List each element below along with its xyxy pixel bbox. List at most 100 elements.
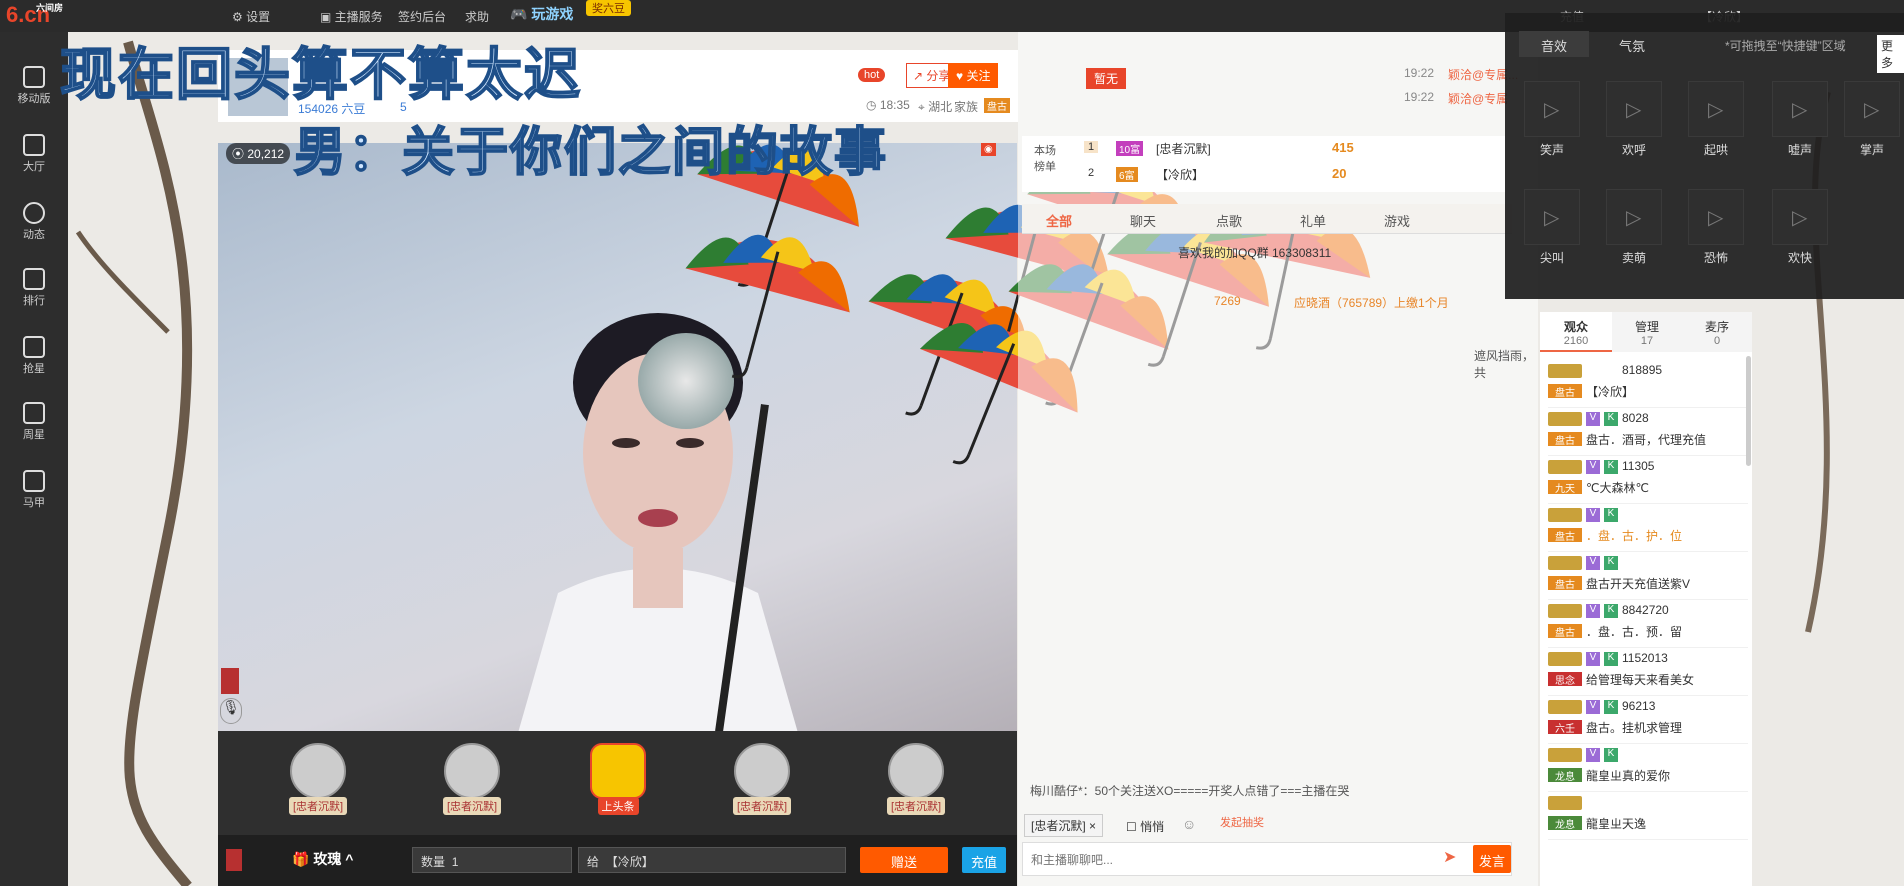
podium-slot-1[interactable]: [忠者沉默] [270, 743, 366, 823]
family-badge: 龙息 [1548, 816, 1582, 831]
nav-grab-star[interactable]: 抢星 [0, 330, 68, 390]
family-badge[interactable]: 盘古 [984, 98, 1010, 113]
send-chat-button[interactable]: 发言 [1473, 845, 1511, 873]
quantity-field[interactable]: 数量 1 [412, 847, 572, 873]
sound-scream[interactable]: 尖叫 [1519, 189, 1585, 279]
tab-audience[interactable]: 观众 2160 [1540, 312, 1612, 352]
emoji-icon[interactable]: ☺ [1182, 816, 1196, 832]
rank-num: 1 [1084, 141, 1099, 153]
podium-name: [忠者沉默] [886, 797, 946, 815]
recipient-field[interactable]: 给 【冷欣】 [578, 847, 846, 873]
sound-label: 卖萌 [1621, 251, 1646, 265]
chat-input[interactable] [1031, 849, 1411, 871]
compass-icon [23, 202, 45, 224]
game-link[interactable]: 🎮 玩游戏 [510, 4, 573, 24]
sound-cheerful[interactable]: 欢快 [1767, 189, 1833, 279]
volume-bar [221, 668, 239, 694]
nav-week-star-label: 周星 [23, 429, 45, 441]
nav-rank[interactable]: 排行 [0, 262, 68, 322]
mobile-icon [23, 66, 45, 88]
audience-scrollbar[interactable] [1746, 356, 1751, 466]
rank-name[interactable]: [忠者沉默] [1156, 140, 1211, 157]
sound-hype[interactable]: 起哄 [1683, 81, 1749, 171]
recharge-button[interactable]: 充值 [962, 847, 1006, 873]
sound-laugh[interactable]: 笑声 [1519, 81, 1585, 171]
user-name: 龍皇ㄓ天逸 [1586, 817, 1647, 831]
more-button[interactable]: 更多 [1877, 35, 1904, 73]
sound-cheer[interactable]: 欢呼 [1601, 81, 1667, 171]
play-icon [1606, 189, 1662, 245]
send-gift-button[interactable]: 赠送 [860, 847, 948, 873]
location-value: 湖北 [928, 100, 953, 114]
tab-mic-queue[interactable]: 麦序 0 [1682, 312, 1752, 352]
follow-button[interactable]: ♥ 关注 [948, 63, 999, 88]
whisper-checkbox[interactable]: ☐ 悄悄 [1126, 818, 1164, 835]
audience-row[interactable]: V K 8028 盘古 盘古．酒哥，代理充值 [1548, 408, 1748, 456]
help-link[interactable]: 求助 [465, 8, 489, 25]
settings-link[interactable]: ⚙ 设置 [232, 8, 270, 25]
recipient-value: 【冷欣】 [605, 855, 654, 869]
gift-selector[interactable]: 🎁 玫瑰 ^ [292, 849, 353, 869]
audience-row[interactable]: V K 1152013 思念 给管理每天来看美女 [1548, 648, 1748, 696]
rank-value: 20 [1332, 166, 1347, 181]
podium-slot-4[interactable]: [忠者沉默] [868, 743, 964, 823]
audience-row[interactable]: V K 11305 九天 ℃大森林℃ [1548, 456, 1748, 504]
rank-name[interactable]: 【冷欣】 [1156, 166, 1204, 183]
send-arrow-icon[interactable]: ➤ [1443, 847, 1456, 867]
sound-applause[interactable]: 掌声 [1839, 81, 1904, 171]
star-hand-icon [23, 336, 45, 358]
mic-icon[interactable]: 🎙 [220, 698, 242, 724]
audience-row[interactable]: V K 龙息 龍皇ㄓ真的爱你 [1548, 744, 1748, 792]
site-name: 六间房 [36, 3, 64, 13]
nav-week-star[interactable]: 周星 [0, 396, 68, 456]
location-label: ⌖ 湖北 [918, 100, 953, 114]
vip-badge: V [1586, 604, 1600, 618]
play-icon [1772, 81, 1828, 137]
podium-name: [忠者沉默] [288, 797, 348, 815]
rank-value: 415 [1332, 140, 1354, 155]
family-badge: 盘古 [1548, 576, 1582, 591]
sound-cute[interactable]: 卖萌 [1601, 189, 1667, 279]
tab-sound[interactable]: 音效 [1519, 31, 1589, 57]
play-icon [1524, 189, 1580, 245]
audience-row[interactable]: V K 盘古 ．盘．古．护．位 [1548, 504, 1748, 552]
tab-mood[interactable]: 气氛 [1597, 31, 1667, 57]
audience-row[interactable]: 龙息 龍皇ㄓ天逸 [1548, 792, 1748, 840]
podium-slot-2[interactable]: [忠者沉默] [424, 743, 520, 823]
audience-row[interactable]: V K 96213 六壬 盘古。挂机求管理 [1548, 696, 1748, 744]
level-badge [1548, 460, 1582, 474]
level-badge [1548, 556, 1582, 570]
audience-row[interactable]: V K 盘古 盘古开天充值送紫V [1548, 552, 1748, 600]
tab-chat[interactable]: 聊天 [1130, 211, 1156, 230]
nav-feed[interactable]: 动态 [0, 196, 68, 256]
tab-song[interactable]: 点歌 [1216, 211, 1242, 230]
audience-row[interactable]: 818895 盘古 【冷欣】 [1548, 360, 1748, 408]
podium-slot-3[interactable]: [忠者沉默] [714, 743, 810, 823]
anchor-service-link[interactable]: ▣ 主播服务 [320, 8, 383, 25]
tab-all[interactable]: 全部 [1046, 211, 1072, 230]
tab-gift-list[interactable]: 礼单 [1300, 211, 1326, 230]
lottery-button[interactable]: 发起抽奖 [1220, 814, 1270, 830]
tab-game[interactable]: 游戏 [1384, 211, 1410, 230]
nav-vest[interactable]: 马甲 [0, 464, 68, 524]
cup-icon [23, 402, 45, 424]
user-id: 1152013 [1622, 651, 1668, 665]
nav-feed-label: 动态 [23, 229, 45, 241]
sound-label: 起哄 [1703, 143, 1728, 157]
tab-managers[interactable]: 管理 17 [1612, 312, 1682, 352]
wealth-icon[interactable] [226, 849, 242, 871]
headline-button[interactable]: 上头条 [570, 743, 666, 823]
sign-backend-link[interactable]: 签约后台 [398, 8, 446, 25]
tab-audience-count: 2160 [1563, 335, 1589, 347]
family-badge: 盘古 [1548, 528, 1582, 543]
headline-icon [590, 743, 646, 799]
audience-row[interactable]: V K 8842720 盘古 ．盘．古．预．留 [1548, 600, 1748, 648]
nav-mobile[interactable]: 移动版 [0, 60, 68, 120]
chat-target[interactable]: [忠者沉默] × [1024, 814, 1104, 837]
nav-hall[interactable]: 大厅 [0, 128, 68, 188]
sound-horror[interactable]: 恐怖 [1683, 189, 1749, 279]
site-logo[interactable]: 6.cn 六间房 [6, 2, 68, 32]
sound-label: 掌声 [1859, 143, 1884, 157]
sound-boo[interactable]: 嘘声 [1767, 81, 1833, 171]
tab-mic-queue-label: 麦序 [1704, 320, 1729, 334]
